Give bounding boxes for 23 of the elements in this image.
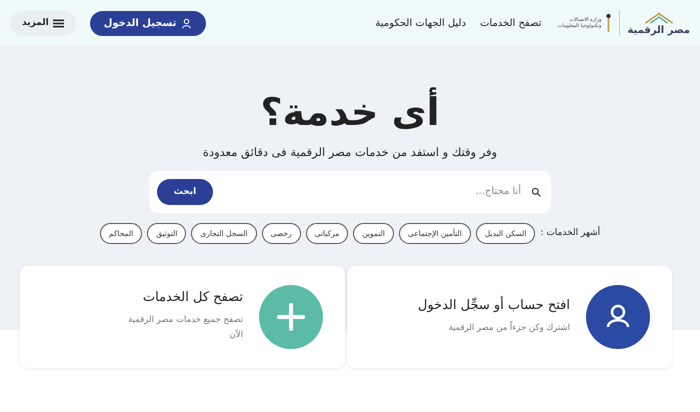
user-icon (586, 284, 650, 349)
logo[interactable]: مصر الرقمية (627, 10, 690, 36)
logo-text: مصر الرقمية (627, 24, 690, 36)
hero-title: أى خدمة؟ (256, 82, 444, 143)
statue-icon (605, 12, 612, 34)
action-card[interactable]: تصفح كل الخدمات تصفح جميع خدمات مصر الرقمية الآن (20, 266, 345, 368)
search-icon (531, 186, 541, 197)
menu-icon (52, 18, 64, 28)
card-description: تصفح جميع خدمات مصر الرقمية الآن (127, 314, 243, 342)
nav-link[interactable]: تصفح الخدمات (480, 18, 542, 28)
search-field[interactable]: أنا محتاج... (221, 180, 523, 204)
nav-link[interactable]: دليل الجهات الحكومية (375, 18, 466, 28)
more-button[interactable]: المزيد (10, 10, 76, 36)
card-description: اشترك وكن جزءاً من مصر الرقمية (447, 320, 570, 335)
action-card[interactable]: افتح حساب أو سجِّل الدخول اشترك وكن جزءاً من مصر الرقمية (347, 266, 672, 368)
card-title: افتح حساب أو سجِّل الدخول (418, 298, 570, 313)
search-button[interactable]: ابحث (157, 178, 213, 205)
plus-icon (259, 284, 323, 349)
card-title: تصفح كل الخدمات (142, 290, 243, 305)
hero-subtitle: وفر وقتك و استفد من خدمات مصر الرقمية فى دقائق معدودة (202, 144, 498, 159)
user-icon (181, 18, 192, 28)
login-button[interactable]: تسجيل الدخول (90, 10, 206, 36)
popular-services-label: أشهر الخدمات : (540, 228, 600, 238)
